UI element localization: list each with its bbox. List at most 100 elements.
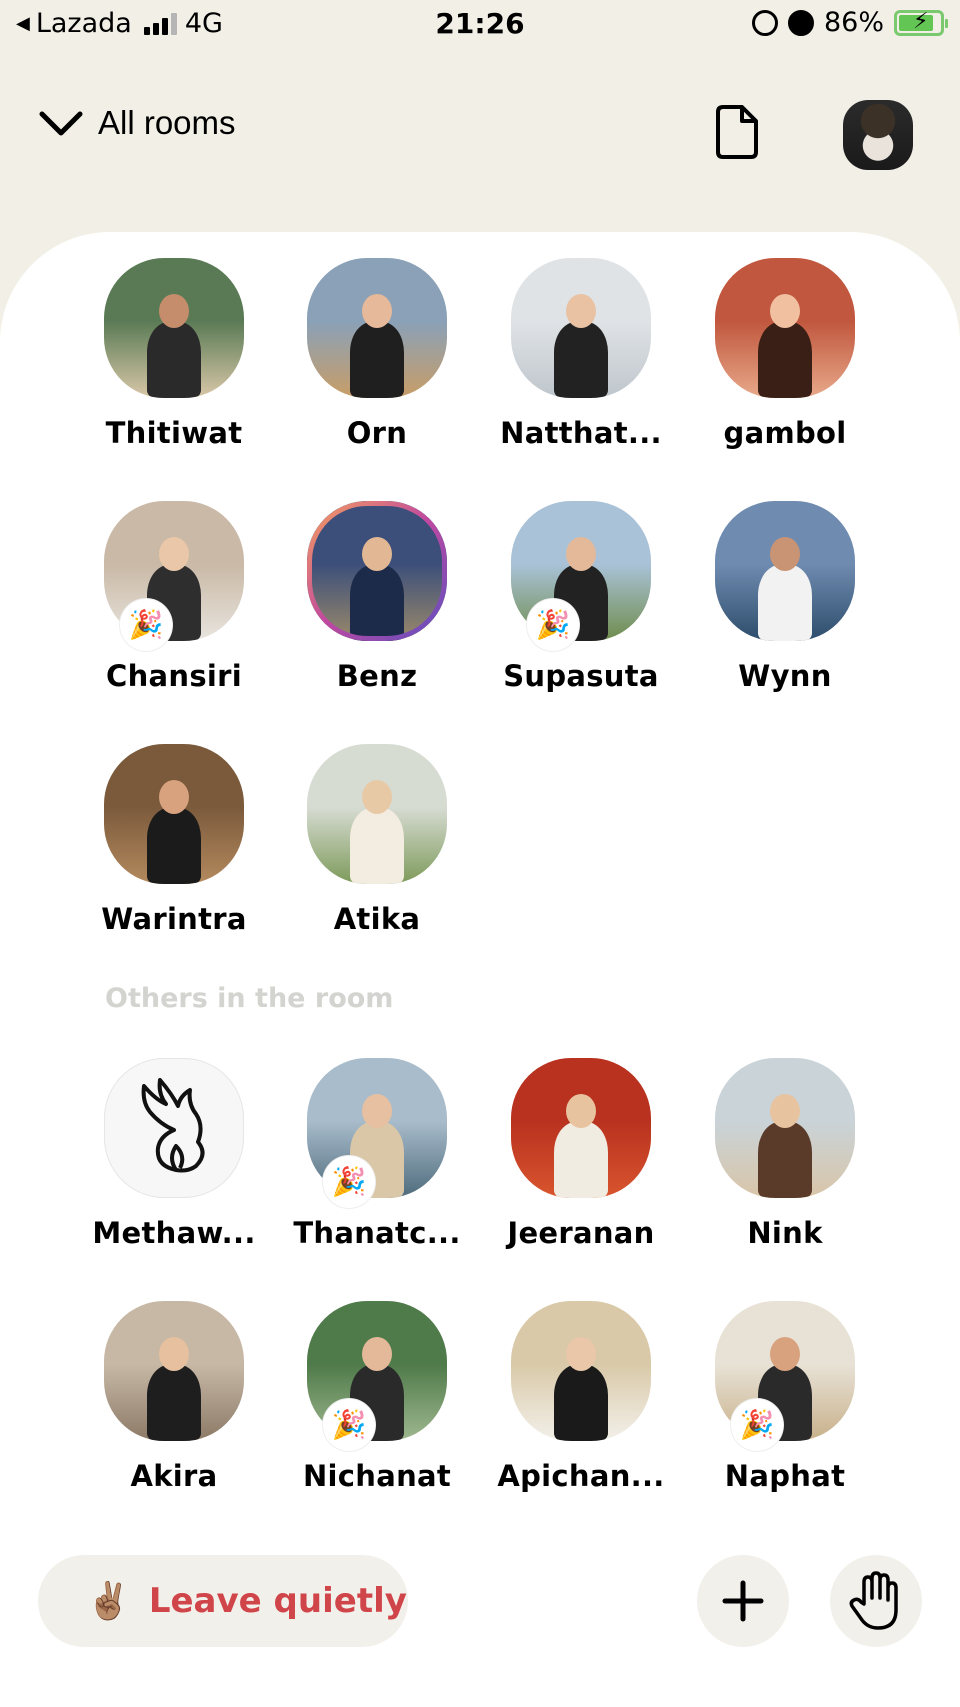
speaker-tile[interactable]: Orn xyxy=(277,258,477,450)
my-profile-avatar[interactable] xyxy=(843,100,913,170)
party-popper-icon: 🎉 xyxy=(527,599,579,651)
listener-tile[interactable]: 🎉 Thanatc... xyxy=(277,1058,477,1250)
raise-hand-button[interactable] xyxy=(830,1555,922,1647)
speaker-tile[interactable]: 🎉 Chansiri xyxy=(74,501,274,693)
person-silhouette xyxy=(554,322,608,398)
avatar xyxy=(715,258,855,398)
listener-tile[interactable]: 🎉 Nichanat xyxy=(277,1301,477,1493)
rotation-lock-icon xyxy=(751,9,778,36)
person-head xyxy=(159,537,189,571)
person-head xyxy=(159,780,189,814)
document-icon[interactable] xyxy=(712,104,760,160)
user-name: Orn xyxy=(346,416,408,450)
speaker-tile[interactable]: Benz xyxy=(277,501,477,693)
avatar xyxy=(104,744,244,884)
person-silhouette xyxy=(554,1365,608,1441)
listener-tile[interactable]: Apichan... xyxy=(481,1301,681,1493)
avatar xyxy=(511,1058,651,1198)
avatar xyxy=(104,258,244,398)
person-head xyxy=(362,780,392,814)
person-silhouette xyxy=(758,565,812,641)
user-name: Apichan... xyxy=(497,1459,665,1493)
room-header: All rooms xyxy=(0,88,960,183)
person-head xyxy=(566,1094,596,1128)
person-head xyxy=(770,294,800,328)
person-silhouette xyxy=(147,322,201,398)
user-name: Nichanat xyxy=(302,1459,452,1493)
person-head xyxy=(566,537,596,571)
user-name: Warintra xyxy=(101,902,247,936)
avatar xyxy=(307,744,447,884)
avatar xyxy=(307,501,447,641)
speaker-tile[interactable]: Wynn xyxy=(685,501,885,693)
person-silhouette xyxy=(350,808,404,884)
flame-logo-icon xyxy=(141,1078,205,1173)
person-silhouette xyxy=(147,1365,201,1441)
avatar xyxy=(104,1058,244,1198)
speaker-tile[interactable]: Thitiwat xyxy=(74,258,274,450)
person-head xyxy=(566,294,596,328)
person-silhouette xyxy=(554,1122,608,1198)
user-name: Benz xyxy=(336,659,418,693)
battery-percent: 86% xyxy=(823,7,884,38)
user-name: Nink xyxy=(747,1216,823,1250)
party-popper-icon: 🎉 xyxy=(323,1399,375,1451)
avatar xyxy=(715,501,855,641)
status-bar: ◀ Lazada 4G 21:26 86% ⚡ xyxy=(0,0,960,52)
user-name: gambol xyxy=(723,416,847,450)
chevron-down-icon xyxy=(39,111,83,136)
all-rooms-button[interactable]: All rooms xyxy=(38,104,236,142)
person-head xyxy=(159,294,189,328)
listener-tile[interactable]: Jeeranan xyxy=(481,1058,681,1250)
party-popper-icon: 🎉 xyxy=(731,1399,783,1451)
listener-tile[interactable]: Methaw... xyxy=(74,1058,274,1250)
speaker-tile[interactable]: 🎉 Supasuta xyxy=(481,501,681,693)
speaker-tile[interactable]: Warintra xyxy=(74,744,274,936)
raise-hand-icon xyxy=(849,1571,898,1630)
party-popper-icon: 🎉 xyxy=(120,599,172,651)
person-head xyxy=(362,294,392,328)
person-silhouette xyxy=(350,322,404,398)
add-button[interactable] xyxy=(697,1555,789,1647)
person-head xyxy=(770,1094,800,1128)
speaker-tile[interactable]: Natthat... xyxy=(481,258,681,450)
person-head xyxy=(362,1094,392,1128)
avatar xyxy=(307,258,447,398)
leave-quietly-button[interactable]: ✌🏽 Leave quietly xyxy=(38,1555,408,1647)
speaker-tile[interactable]: gambol xyxy=(685,258,885,450)
listener-tile[interactable]: Akira xyxy=(74,1301,274,1493)
person-silhouette xyxy=(147,808,201,884)
user-name: Akira xyxy=(130,1459,218,1493)
person-silhouette xyxy=(758,1122,812,1198)
person-head xyxy=(770,537,800,571)
user-name: Supasuta xyxy=(503,659,659,693)
leave-quietly-label: Leave quietly xyxy=(148,1581,407,1621)
all-rooms-label: All rooms xyxy=(98,104,236,141)
person-head xyxy=(362,1337,392,1371)
person-head xyxy=(770,1337,800,1371)
alarm-icon xyxy=(787,9,814,36)
peace-hand-icon: ✌🏽 xyxy=(86,1581,131,1622)
person-head xyxy=(566,1337,596,1371)
party-popper-icon: 🎉 xyxy=(323,1156,375,1208)
user-name: Jeeranan xyxy=(507,1216,655,1250)
user-name: Wynn xyxy=(738,659,832,693)
user-name: Thanatc... xyxy=(293,1216,461,1250)
avatar xyxy=(511,1301,651,1441)
user-name: Methaw... xyxy=(92,1216,256,1250)
avatar xyxy=(104,1301,244,1441)
avatar xyxy=(511,258,651,398)
user-name: Natthat... xyxy=(500,416,662,450)
battery-icon: ⚡ xyxy=(894,9,948,36)
person-silhouette xyxy=(758,322,812,398)
others-section-label: Others in the room xyxy=(105,983,394,1014)
speaking-ring xyxy=(307,501,447,641)
plus-icon xyxy=(722,1580,764,1622)
user-name: Chansiri xyxy=(106,659,242,693)
avatar xyxy=(715,1058,855,1198)
user-name: Thitiwat xyxy=(105,416,243,450)
user-name: Atika xyxy=(333,902,421,936)
listener-tile[interactable]: Nink xyxy=(685,1058,885,1250)
speaker-tile[interactable]: Atika xyxy=(277,744,477,936)
listener-tile[interactable]: 🎉 Naphat xyxy=(685,1301,885,1493)
